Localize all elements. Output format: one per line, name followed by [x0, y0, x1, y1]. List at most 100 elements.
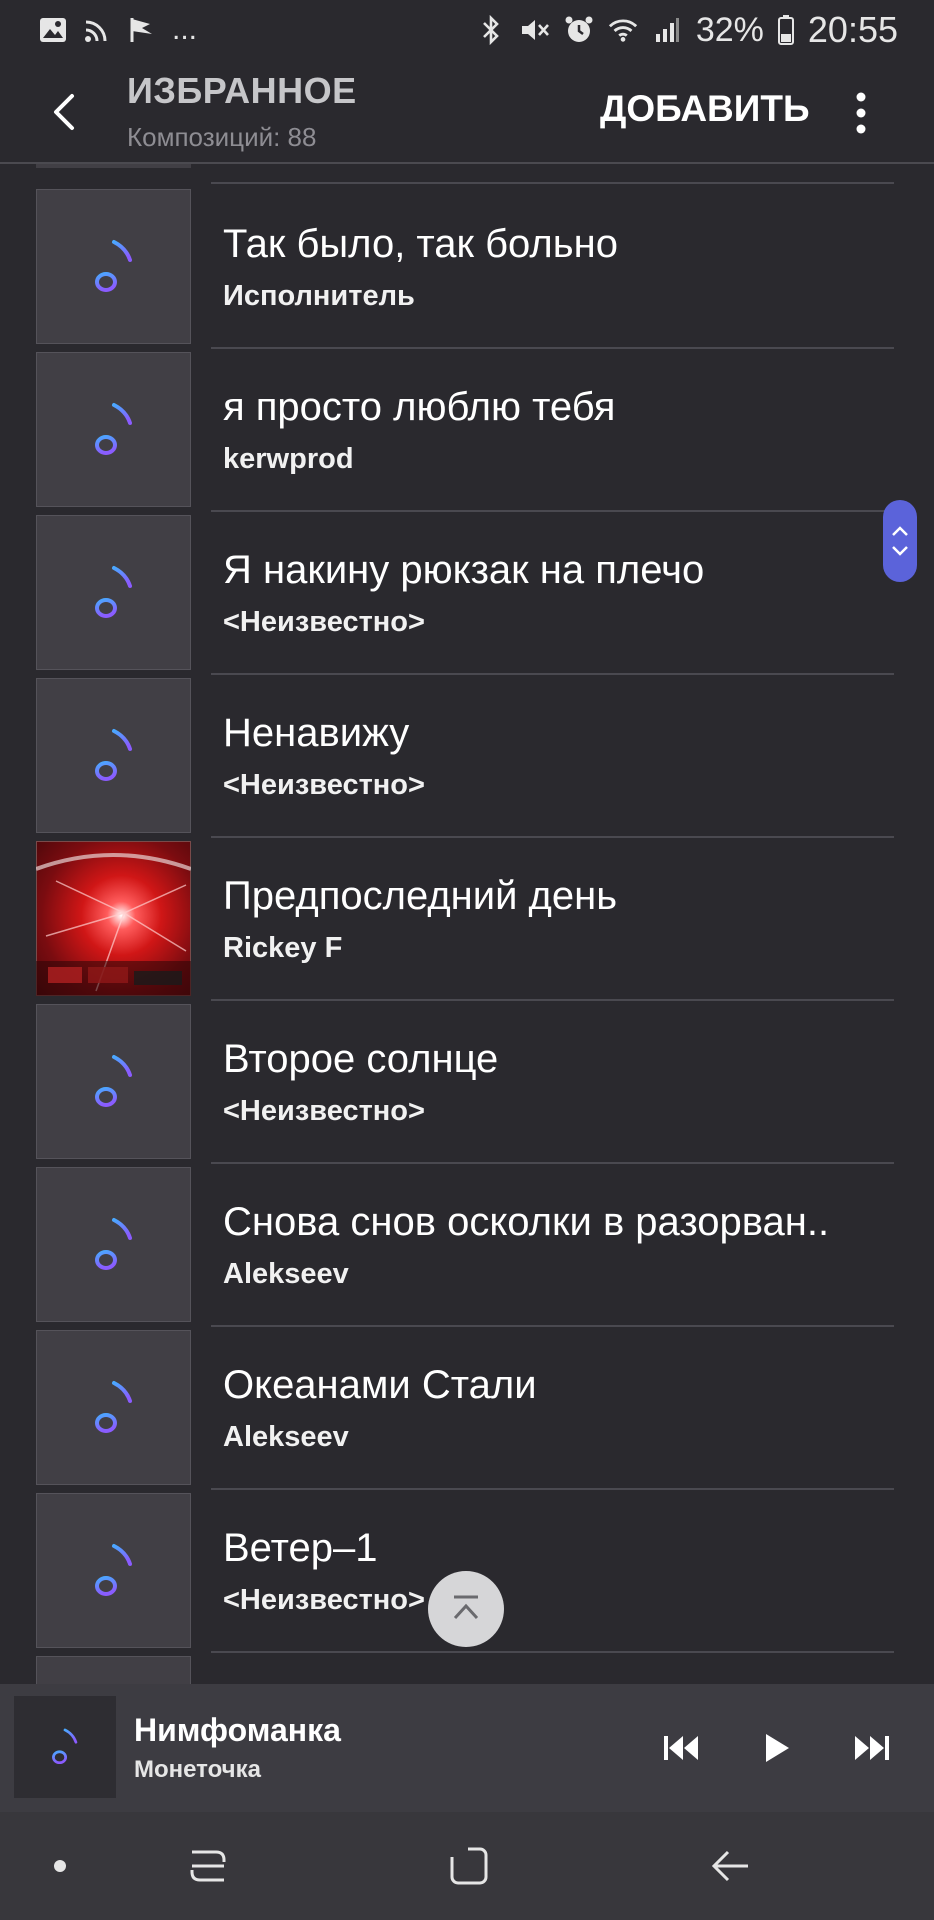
- song-artist: Исполнитель: [223, 280, 415, 312]
- song-row[interactable]: Предпоследний день Rickey F: [0, 840, 934, 1003]
- play-button[interactable]: [752, 1724, 802, 1772]
- music-note-icon: [94, 565, 132, 618]
- song-thumbnail: [36, 515, 191, 670]
- song-artist: Alekseev: [223, 1258, 349, 1290]
- flag-icon: [126, 15, 156, 45]
- chevron-up-icon: [892, 526, 908, 536]
- recent-apps-button[interactable]: [180, 1838, 236, 1894]
- music-app-screen: ... 32% 20:55 ИЗБРАННОЕ Композиций: 88 Д…: [0, 0, 934, 1920]
- partial-thumbnail: [36, 164, 191, 168]
- next-button[interactable]: [847, 1724, 897, 1772]
- scroll-to-top-button[interactable]: [428, 1571, 504, 1647]
- song-title: Ветер–1: [223, 1526, 378, 1570]
- row-divider: [211, 836, 894, 838]
- song-thumbnail: [36, 1656, 191, 1684]
- fast-scroll-handle[interactable]: [883, 500, 917, 582]
- song-thumbnail: [36, 352, 191, 507]
- song-title: Предпоследний день: [223, 874, 618, 918]
- skip-next-icon: [855, 1736, 889, 1760]
- system-nav-bar: [0, 1812, 934, 1920]
- song-title: Так было, так больно: [223, 222, 618, 266]
- row-divider: [211, 182, 894, 184]
- previous-button[interactable]: [656, 1724, 706, 1772]
- now-playing-artist: Монеточка: [134, 1756, 261, 1783]
- song-artist: <Неизвестно>: [223, 606, 425, 638]
- album-art: [36, 841, 191, 996]
- chevron-left-icon: [54, 94, 74, 130]
- bluetooth-icon: [476, 15, 506, 45]
- music-note-icon: [94, 728, 132, 781]
- song-thumbnail: [36, 1167, 191, 1322]
- music-note-icon: [94, 1217, 132, 1270]
- song-row[interactable]: я просто люблю тебя kerwprod: [0, 351, 934, 514]
- song-artist: kerwprod: [223, 443, 354, 475]
- music-note-icon: [94, 1380, 132, 1433]
- recents-icon: [190, 1850, 226, 1882]
- battery-icon: [777, 15, 794, 45]
- status-left: ...: [38, 13, 197, 47]
- battery-percent: 32%: [695, 10, 764, 49]
- home-button[interactable]: [441, 1838, 497, 1894]
- more-notifications-indicator: ...: [172, 13, 198, 46]
- music-note-icon: [94, 1054, 132, 1107]
- song-thumbnail: [36, 1493, 191, 1648]
- row-divider: [211, 347, 894, 349]
- status-bar: ... 32% 20:55: [0, 0, 934, 60]
- row-divider: [211, 1488, 894, 1490]
- status-right: 32% 20:55: [476, 9, 898, 51]
- song-row-partial[interactable]: [0, 1655, 934, 1684]
- row-divider: [211, 510, 894, 512]
- more-vert-icon: [856, 92, 866, 134]
- song-title: Ненавижу: [223, 711, 410, 755]
- song-artist: <Неизвестно>: [223, 769, 425, 801]
- song-artist: Alekseev: [223, 1421, 349, 1453]
- dot-icon: [54, 1860, 66, 1872]
- song-title: Океанами Стали: [223, 1363, 537, 1407]
- nav-dot-button[interactable]: [32, 1838, 88, 1894]
- track-count: Композиций: 88: [127, 122, 317, 152]
- back-arrow-icon: [711, 1850, 748, 1882]
- add-button[interactable]: ДОБАВИТЬ: [600, 88, 810, 130]
- scroll-top-icon: [453, 1595, 479, 1620]
- song-row[interactable]: Так было, так больно Исполнитель: [0, 188, 934, 351]
- row-divider: [211, 1325, 894, 1327]
- song-row[interactable]: Второе солнце <Неизвестно>: [0, 1003, 934, 1166]
- song-thumbnail: [36, 1330, 191, 1485]
- now-playing-title: Нимфоманка: [134, 1712, 341, 1748]
- more-options-button[interactable]: [846, 88, 876, 138]
- back-button[interactable]: [42, 86, 86, 138]
- music-note-icon: [52, 1728, 78, 1765]
- skip-previous-icon: [664, 1736, 698, 1760]
- song-thumbnail: [36, 678, 191, 833]
- music-note-icon: [94, 1543, 132, 1596]
- row-divider: [211, 1162, 894, 1164]
- song-row[interactable]: Ненавижу <Неизвестно>: [0, 677, 934, 840]
- song-title: Я накину рюкзак на плечо: [223, 548, 705, 592]
- song-thumbnail: [36, 189, 191, 344]
- song-artist: <Неизвестно>: [223, 1584, 425, 1616]
- back-nav-button[interactable]: [702, 1838, 758, 1894]
- play-icon: [766, 1734, 789, 1762]
- album-art-image: [36, 853, 191, 996]
- row-divider: [211, 1651, 894, 1653]
- clock-time: 20:55: [807, 9, 898, 50]
- music-note-icon: [94, 402, 132, 455]
- song-row[interactable]: Снова снов осколки в разорван.. Alekseev: [0, 1166, 934, 1329]
- mute-icon: [520, 15, 550, 45]
- song-thumbnail: [36, 1004, 191, 1159]
- music-note-icon: [94, 239, 132, 292]
- signal-icon: [652, 15, 682, 45]
- chevron-down-icon: [892, 546, 908, 556]
- gallery-icon: [38, 15, 68, 45]
- song-artist: Rickey F: [223, 932, 343, 964]
- home-icon: [450, 1847, 488, 1885]
- alarm-icon: [564, 15, 594, 45]
- song-artist: <Неизвестно>: [223, 1095, 425, 1127]
- row-divider: [211, 999, 894, 1001]
- song-title: Второе солнце: [223, 1037, 499, 1081]
- song-row[interactable]: Океанами Стали Alekseev: [0, 1329, 934, 1492]
- mini-player[interactable]: Нимфоманка Монеточка: [0, 1684, 934, 1812]
- song-row[interactable]: Я накину рюкзак на плечо <Неизвестно>: [0, 514, 934, 677]
- app-header: ИЗБРАННОЕ Композиций: 88 ДОБАВИТЬ: [0, 60, 934, 164]
- song-title: я просто люблю тебя: [223, 385, 616, 429]
